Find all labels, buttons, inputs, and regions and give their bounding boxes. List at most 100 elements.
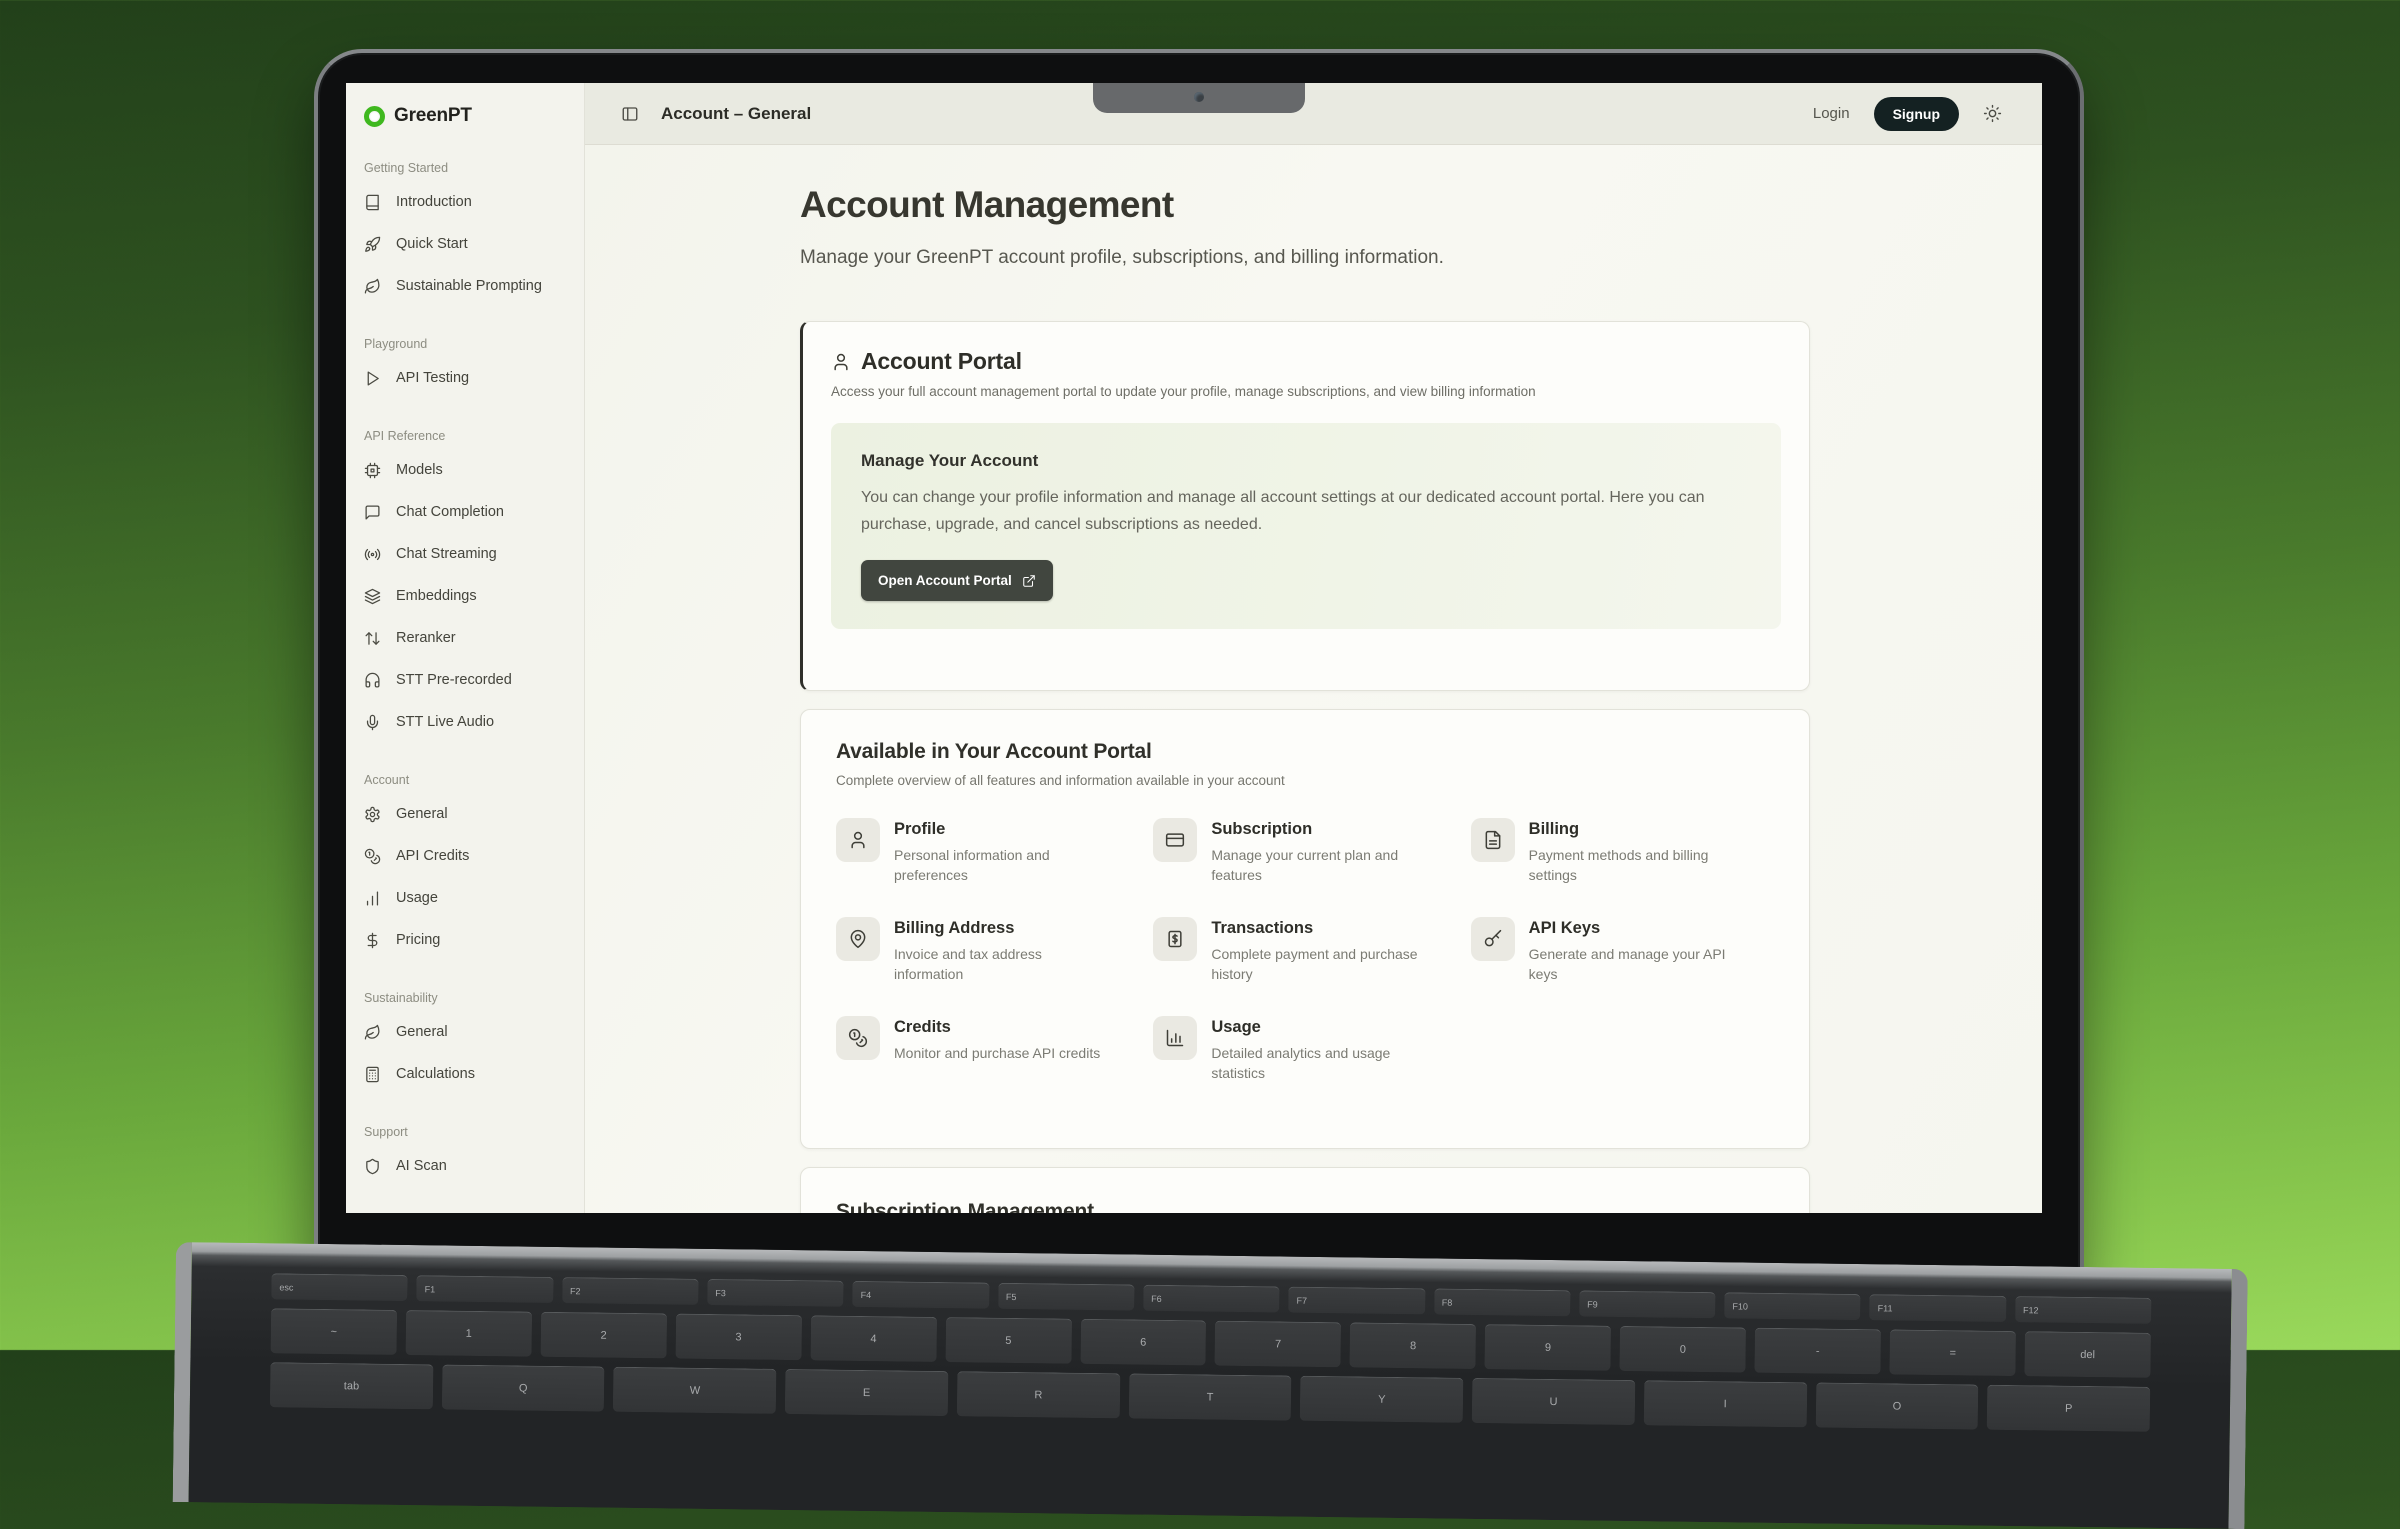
keyboard-key: F5 xyxy=(998,1283,1135,1311)
sidebar-item-label: Chat Streaming xyxy=(396,546,497,562)
sidebar-item-api-credits[interactable]: API Credits xyxy=(364,835,568,877)
keyboard-key: U xyxy=(1472,1378,1635,1425)
sidebar-section-support: Support AI Scan xyxy=(364,1125,568,1187)
keyboard-key: T xyxy=(1128,1373,1291,1420)
open-account-portal-button[interactable]: Open Account Portal xyxy=(861,560,1053,601)
play-icon xyxy=(364,370,381,387)
greenpt-logo-icon xyxy=(364,106,385,127)
keyboard-key: 2 xyxy=(540,1312,667,1359)
laptop-camera xyxy=(1194,92,1204,102)
sidebar-item-label: General xyxy=(396,806,448,822)
sidebar-item-usage[interactable]: Usage xyxy=(364,877,568,919)
sidebar-item-label: Embeddings xyxy=(396,588,477,604)
feature-usage: Usage Detailed analytics and usage stati… xyxy=(1153,1016,1456,1083)
keyboard-key: 3 xyxy=(675,1314,802,1361)
key-icon xyxy=(1471,917,1515,961)
section-label: Account xyxy=(364,773,568,787)
theme-toggle-sun-icon[interactable] xyxy=(1983,104,2002,123)
section-label: API Reference xyxy=(364,429,568,443)
sidebar-item-ai-scan[interactable]: AI Scan xyxy=(364,1145,568,1187)
keyboard-key: F9 xyxy=(1579,1290,1716,1318)
section-label: Sustainability xyxy=(364,991,568,1005)
card-title: Available in Your Account Portal xyxy=(836,740,1774,764)
card-title: Account Portal xyxy=(861,348,1022,375)
manage-account-box: Manage Your Account You can change your … xyxy=(831,423,1781,629)
sidebar-item-label: General xyxy=(396,1024,448,1040)
features-grid: Profile Personal information and prefere… xyxy=(836,818,1774,1083)
keyboard-key: 8 xyxy=(1350,1322,1477,1369)
sidebar-item-sustainable-prompting[interactable]: Sustainable Prompting xyxy=(364,265,568,307)
keyboard-key: F7 xyxy=(1288,1287,1425,1315)
sidebar-section-api-reference: API Reference Models Chat Completion Cha… xyxy=(364,429,568,743)
keyboard-key: tab xyxy=(270,1362,433,1409)
keyboard-key: esc xyxy=(271,1273,408,1301)
feature-title: Credits xyxy=(894,1018,1100,1037)
login-button[interactable]: Login xyxy=(1813,105,1850,122)
page-title: Account Management xyxy=(800,183,2042,227)
sidebar-item-stt-live-audio[interactable]: STT Live Audio xyxy=(364,701,568,743)
keyboard-key: 4 xyxy=(810,1315,937,1362)
chart-column-icon xyxy=(1153,1016,1197,1060)
main-area: Account – General Login Signup Account M… xyxy=(585,83,2042,1213)
sidebar-item-label: Introduction xyxy=(396,194,472,210)
keyboard-key: P xyxy=(1987,1385,2150,1432)
sidebar-item-introduction[interactable]: Introduction xyxy=(364,181,568,223)
features-card: Available in Your Account Portal Complet… xyxy=(800,709,1810,1149)
breadcrumb: Account – General xyxy=(661,104,811,124)
sidebar-item-label: Models xyxy=(396,462,443,478)
sidebar-item-calculations[interactable]: Calculations xyxy=(364,1053,568,1095)
keyboard-key: F3 xyxy=(707,1279,844,1307)
feature-api-keys: API Keys Generate and manage your API ke… xyxy=(1471,917,1774,984)
keyboard-key: F2 xyxy=(562,1277,699,1305)
file-text-icon xyxy=(1471,818,1515,862)
sidebar-section-getting-started: Getting Started Introduction Quick Start… xyxy=(364,161,568,307)
feature-title: Billing xyxy=(1529,820,1747,839)
feature-desc: Invoice and tax address information xyxy=(894,944,1112,984)
keyboard-key: W xyxy=(613,1367,776,1414)
signup-button[interactable]: Signup xyxy=(1874,97,1959,131)
brand-logo[interactable]: GreenPT xyxy=(364,101,568,131)
laptop-keyboard-deck: escF1F2F3F4F5F6F7F8F9F10F11F12~123456789… xyxy=(173,1242,2248,1529)
sidebar-item-quick-start[interactable]: Quick Start xyxy=(364,223,568,265)
keyboard-key: 0 xyxy=(1620,1326,1747,1373)
card-subtitle: Access your full account management port… xyxy=(831,384,1781,399)
sidebar-item-account-general[interactable]: General xyxy=(364,793,568,835)
sidebar: GreenPT Getting Started Introduction Qui… xyxy=(346,83,585,1213)
keyboard-key: F12 xyxy=(2015,1296,2152,1324)
feature-desc: Personal information and preferences xyxy=(894,845,1112,885)
sidebar-item-api-testing[interactable]: API Testing xyxy=(364,357,568,399)
feature-title: Profile xyxy=(894,820,1112,839)
sidebar-item-chat-streaming[interactable]: Chat Streaming xyxy=(364,533,568,575)
keyboard-key: del xyxy=(2024,1331,2151,1378)
keyboard-key: = xyxy=(1889,1329,2016,1376)
feature-transactions: Transactions Complete payment and purcha… xyxy=(1153,917,1456,984)
sidebar-item-label: AI Scan xyxy=(396,1158,447,1174)
user-icon xyxy=(831,352,851,372)
feature-desc: Generate and manage your API keys xyxy=(1529,944,1747,984)
radio-icon xyxy=(364,546,381,563)
sidebar-item-models[interactable]: Models xyxy=(364,449,568,491)
feature-title: Transactions xyxy=(1211,919,1429,938)
credit-card-icon xyxy=(1153,818,1197,862)
feature-title: Billing Address xyxy=(894,919,1112,938)
sidebar-toggle-icon[interactable] xyxy=(621,105,639,123)
sidebar-item-embeddings[interactable]: Embeddings xyxy=(364,575,568,617)
keyboard-key: Q xyxy=(442,1364,605,1411)
sidebar-item-sustainability-general[interactable]: General xyxy=(364,1011,568,1053)
keyboard-key: O xyxy=(1815,1382,1978,1429)
sidebar-item-pricing[interactable]: Pricing xyxy=(364,919,568,961)
sidebar-item-chat-completion[interactable]: Chat Completion xyxy=(364,491,568,533)
sidebar-section-playground: Playground API Testing xyxy=(364,337,568,399)
section-label: Playground xyxy=(364,337,568,351)
sidebar-item-label: API Testing xyxy=(396,370,469,386)
receipt-icon xyxy=(1153,917,1197,961)
feature-subscription: Subscription Manage your current plan an… xyxy=(1153,818,1456,885)
chart-icon xyxy=(364,890,381,907)
sidebar-item-stt-pre-recorded[interactable]: STT Pre-recorded xyxy=(364,659,568,701)
laptop-keyboard: escF1F2F3F4F5F6F7F8F9F10F11F12~123456789… xyxy=(190,1242,2232,1433)
sidebar-item-reranker[interactable]: Reranker xyxy=(364,617,568,659)
section-label: Getting Started xyxy=(364,161,568,175)
keyboard-key: F6 xyxy=(1143,1285,1280,1313)
sidebar-item-label: API Credits xyxy=(396,848,469,864)
keyboard-key: 6 xyxy=(1080,1319,1207,1366)
